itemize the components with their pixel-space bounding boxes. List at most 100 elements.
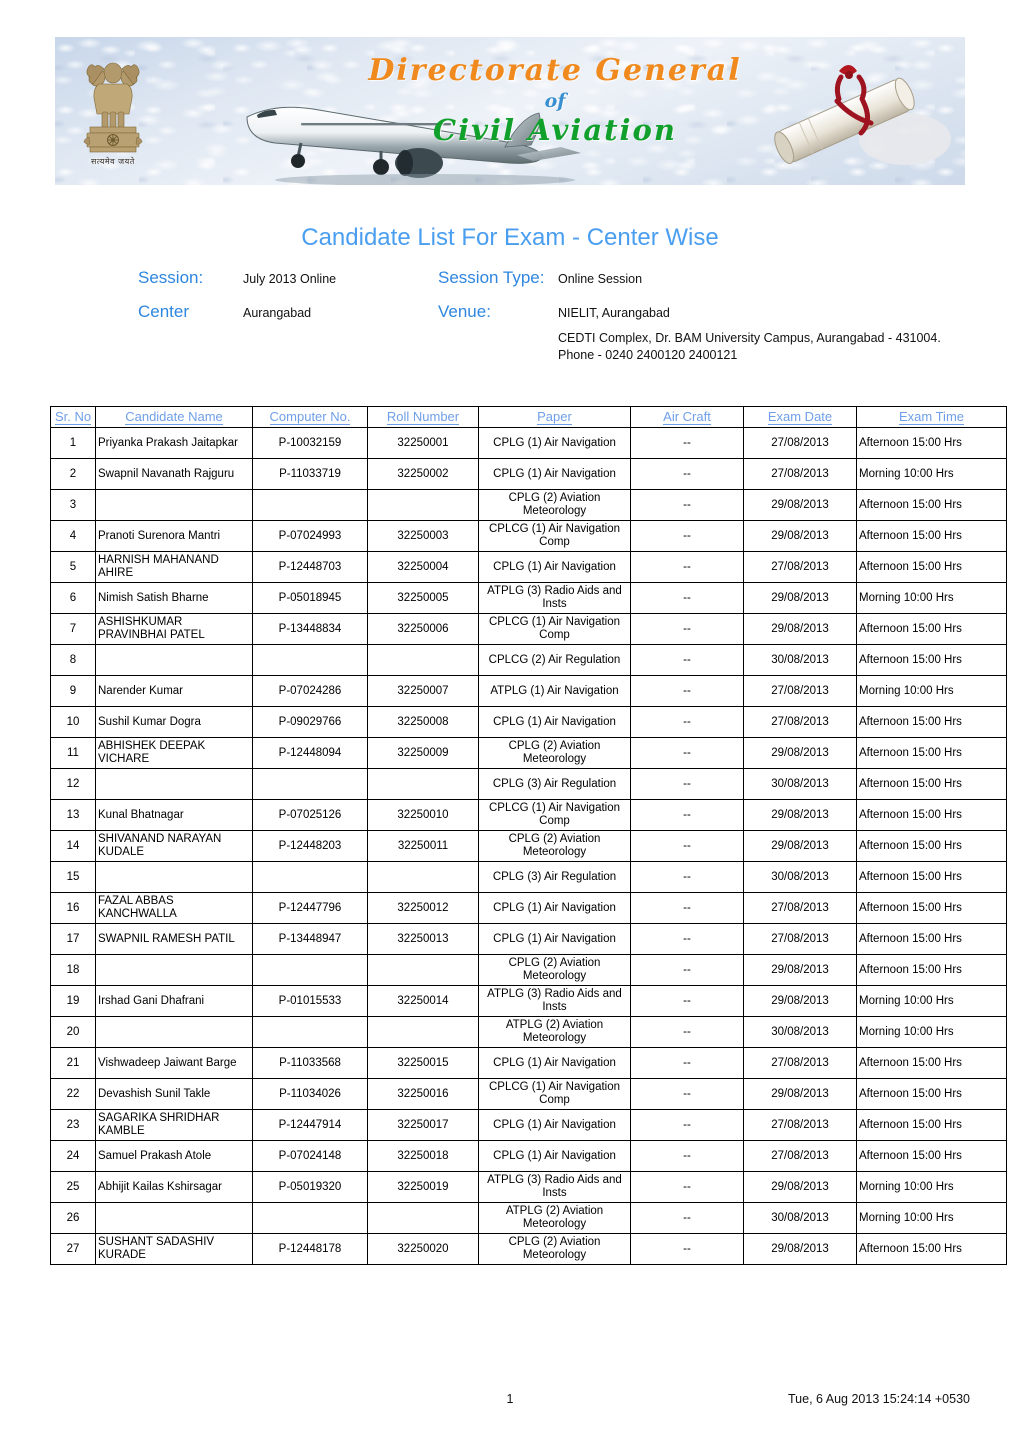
- cell-sr-no: 16: [50, 892, 96, 924]
- cell-exam-date: 27/08/2013: [743, 1109, 857, 1141]
- table-row: 17 SWAPNIL RAMESH PATIL P-13448947 32250013…: [50, 923, 1007, 955]
- cell-candidate-name: Swapnil Navanath Rajguru: [95, 458, 253, 490]
- cell-air-craft: --: [630, 458, 744, 490]
- cell-air-craft: --: [630, 1202, 744, 1234]
- cell-computer-no: P-11033719: [252, 458, 368, 490]
- column-header-paper[interactable]: Paper: [478, 406, 631, 428]
- cell-air-craft: --: [630, 892, 744, 924]
- cell-computer-no: P-12447796: [252, 892, 368, 924]
- table-row: 19 Irshad Gani Dhafrani P-01015533 32250014…: [50, 985, 1007, 1017]
- session-value: July 2013 Online: [243, 272, 337, 286]
- cell-exam-date: 29/08/2013: [743, 737, 857, 769]
- cell-air-craft: --: [630, 1078, 744, 1110]
- cell-candidate-name: Devashish Sunil Takle: [95, 1078, 253, 1110]
- cell-roll-number: 32250020: [367, 1233, 479, 1265]
- cell-candidate-name: SUSHANT SADASHIV KURADE: [95, 1233, 253, 1265]
- meta-row-session: Session: July 2013 Online Session Type: …: [138, 268, 978, 288]
- cell-candidate-name: ASHISHKUMAR PRAVINBHAI PATEL: [95, 613, 253, 645]
- cell-computer-no: P-12448703: [252, 551, 368, 583]
- column-header-sr-no[interactable]: Sr. No: [50, 406, 96, 428]
- dgca-banner: सत्यमेव जयते Directorate General of Civi…: [55, 37, 965, 185]
- cell-roll-number: [367, 489, 479, 521]
- table-row: 6 Nimish Satish Bharne P-05018945 32250005 A…: [50, 582, 1007, 614]
- table-header-row: Sr. No Candidate Name Computer No. Roll …: [50, 406, 1007, 428]
- cell-sr-no: 6: [50, 582, 96, 614]
- cell-exam-date: 29/08/2013: [743, 1233, 857, 1265]
- cell-exam-time: Afternoon 15:00 Hrs: [856, 489, 1007, 521]
- cell-candidate-name: Abhijit Kailas Kshirsagar: [95, 1171, 253, 1203]
- diploma-scroll-image: [755, 55, 955, 175]
- cell-sr-no: 10: [50, 706, 96, 738]
- cell-candidate-name: SAGARIKA SHRIDHAR KAMBLE: [95, 1109, 253, 1141]
- cell-paper: CPLCG (2) Air Regulation: [478, 644, 631, 676]
- cell-exam-time: Afternoon 15:00 Hrs: [856, 551, 1007, 583]
- cell-computer-no: [252, 768, 368, 800]
- cell-computer-no: [252, 954, 368, 986]
- cell-exam-date: 27/08/2013: [743, 427, 857, 459]
- table-row: 22 Devashish Sunil Takle P-11034026 3225001…: [50, 1078, 1007, 1110]
- emblem-motto-text: सत्यमेव जयते: [91, 157, 135, 166]
- cell-paper: CPLG (1) Air Navigation: [478, 892, 631, 924]
- cell-sr-no: 11: [50, 737, 96, 769]
- table-row: 26 ATPLG (2) Aviation Meteorology -- 30/08/…: [50, 1202, 1007, 1234]
- cell-candidate-name: Pranoti Surenora Mantri: [95, 520, 253, 552]
- cell-exam-date: 30/08/2013: [743, 1202, 857, 1234]
- cell-roll-number: [367, 954, 479, 986]
- cell-roll-number: 32250015: [367, 1047, 479, 1079]
- cell-air-craft: --: [630, 768, 744, 800]
- cell-candidate-name: Kunal Bhatnagar: [95, 799, 253, 831]
- cell-air-craft: --: [630, 861, 744, 893]
- cell-roll-number: [367, 1202, 479, 1234]
- cell-candidate-name: [95, 489, 253, 521]
- cell-exam-date: 29/08/2013: [743, 985, 857, 1017]
- cell-sr-no: 17: [50, 923, 96, 955]
- cell-paper: ATPLG (2) Aviation Meteorology: [478, 1202, 631, 1234]
- cell-exam-date: 29/08/2013: [743, 954, 857, 986]
- center-label: Center: [138, 302, 190, 321]
- cell-computer-no: P-05019320: [252, 1171, 368, 1203]
- cell-candidate-name: Irshad Gani Dhafrani: [95, 985, 253, 1017]
- national-emblem-icon: सत्यमेव जयते: [77, 57, 149, 169]
- column-header-air-craft[interactable]: Air Craft: [630, 406, 744, 428]
- cell-exam-time: Morning 10:00 Hrs: [856, 582, 1007, 614]
- table-row: 12 CPLG (3) Air Regulation -- 30/08/2013 Aft…: [50, 768, 1007, 800]
- table-row: 3 CPLG (2) Aviation Meteorology -- 29/08/20…: [50, 489, 1007, 521]
- cell-air-craft: --: [630, 1109, 744, 1141]
- cell-exam-date: 30/08/2013: [743, 768, 857, 800]
- cell-sr-no: 7: [50, 613, 96, 645]
- cell-paper: CPLG (2) Aviation Meteorology: [478, 737, 631, 769]
- table-row: 2 Swapnil Navanath Rajguru P-11033719 32250…: [50, 458, 1007, 490]
- cell-sr-no: 20: [50, 1016, 96, 1048]
- cell-paper: CPLG (1) Air Navigation: [478, 458, 631, 490]
- cell-sr-no: 24: [50, 1140, 96, 1172]
- cell-exam-time: Afternoon 15:00 Hrs: [856, 1047, 1007, 1079]
- cell-sr-no: 5: [50, 551, 96, 583]
- table-row: 10 Sushil Kumar Dogra P-09029766 32250008 CP…: [50, 706, 1007, 738]
- cell-candidate-name: [95, 954, 253, 986]
- cell-paper: CPLCG (1) Air Navigation Comp: [478, 520, 631, 552]
- column-header-roll-number[interactable]: Roll Number: [367, 406, 479, 428]
- cell-air-craft: --: [630, 985, 744, 1017]
- cell-exam-time: Morning 10:00 Hrs: [856, 1171, 1007, 1203]
- column-header-candidate-name[interactable]: Candidate Name: [95, 406, 253, 428]
- cell-exam-date: 29/08/2013: [743, 1078, 857, 1110]
- cell-exam-date: 27/08/2013: [743, 1140, 857, 1172]
- table-row: 1 Priyanka Prakash Jaitapkar P-10032159 322…: [50, 427, 1007, 459]
- cell-sr-no: 14: [50, 830, 96, 862]
- venue-value-group: NIELIT, Aurangabad CEDTI Complex, Dr. BA…: [558, 302, 958, 364]
- cell-air-craft: --: [630, 520, 744, 552]
- cell-roll-number: 32250016: [367, 1078, 479, 1110]
- column-header-computer-no[interactable]: Computer No.: [252, 406, 368, 428]
- cell-paper: CPLG (1) Air Navigation: [478, 1047, 631, 1079]
- cell-computer-no: P-12448094: [252, 737, 368, 769]
- column-header-exam-date[interactable]: Exam Date: [743, 406, 857, 428]
- exam-meta-block: Session: July 2013 Online Session Type: …: [138, 268, 978, 378]
- cell-candidate-name: [95, 644, 253, 676]
- cell-roll-number: 32250019: [367, 1171, 479, 1203]
- cell-exam-time: Afternoon 15:00 Hrs: [856, 954, 1007, 986]
- column-header-exam-time[interactable]: Exam Time: [856, 406, 1007, 428]
- cell-sr-no: 22: [50, 1078, 96, 1110]
- cell-candidate-name: Samuel Prakash Atole: [95, 1140, 253, 1172]
- cell-roll-number: 32250014: [367, 985, 479, 1017]
- cell-exam-date: 27/08/2013: [743, 923, 857, 955]
